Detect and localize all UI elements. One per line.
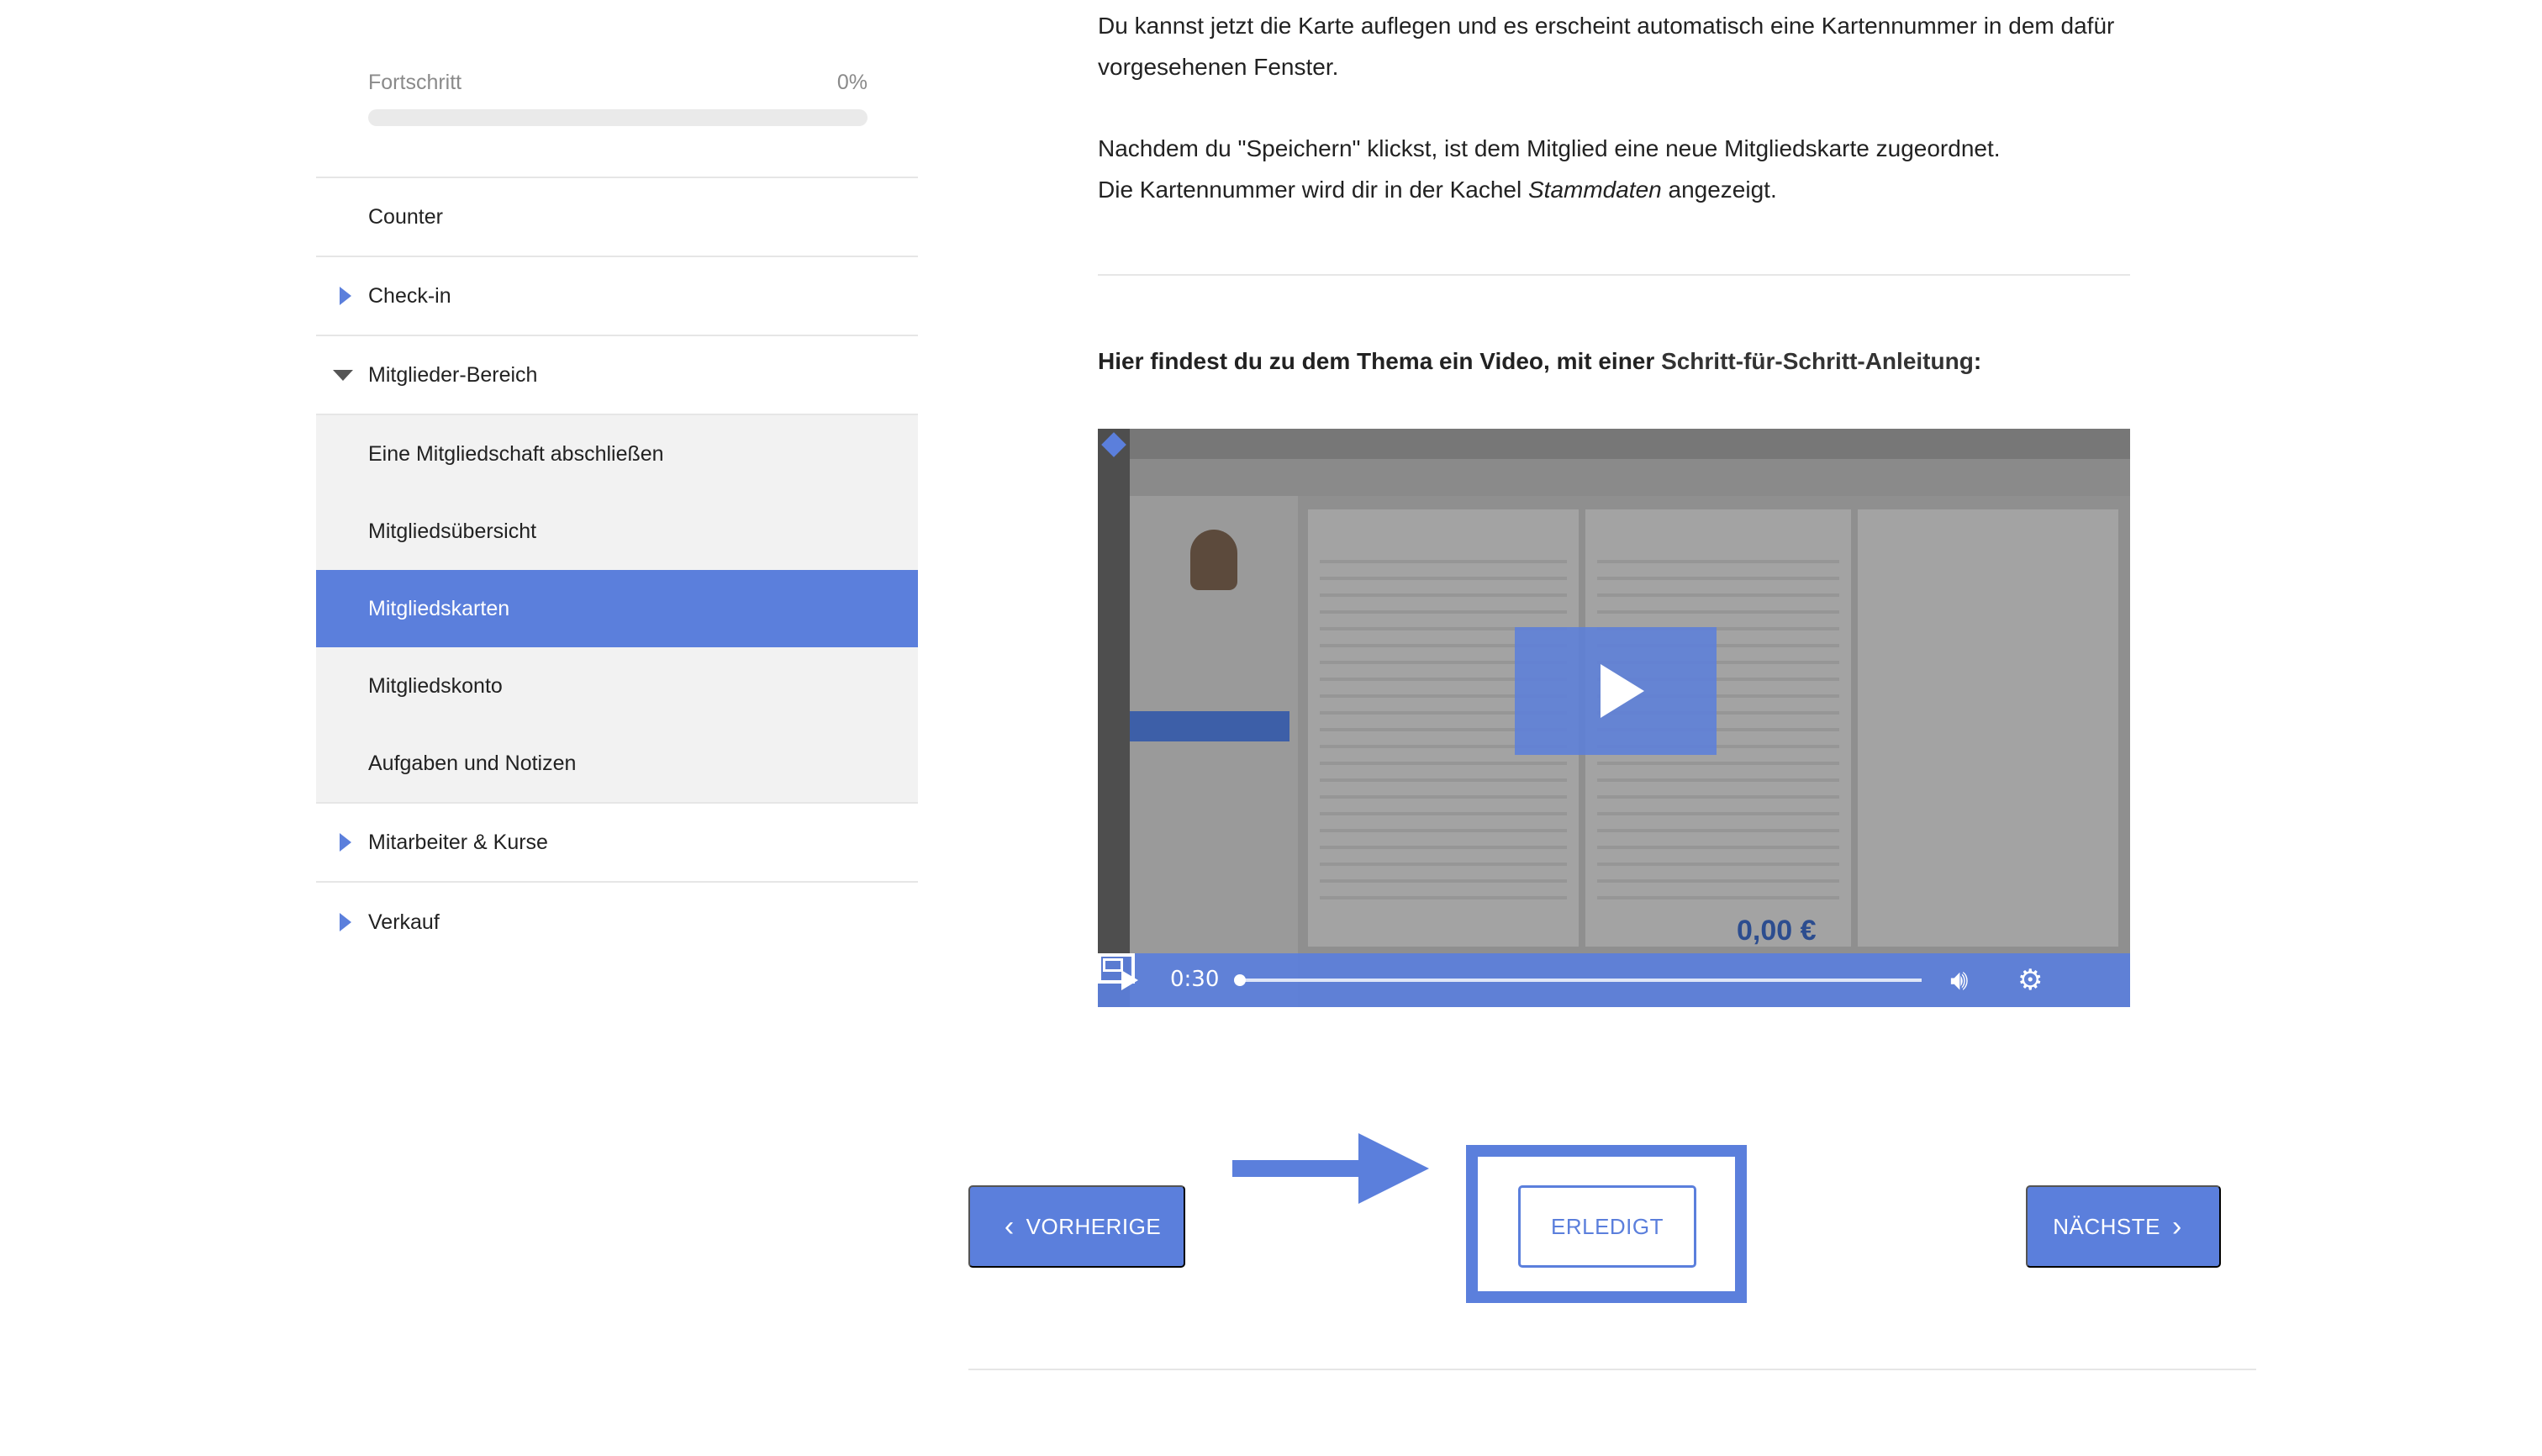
course-sidebar: Fortschritt 0% Counter Check-in Mitglied…: [316, 0, 918, 962]
sidebar-subitem-aufgaben[interactable]: Aufgaben und Notizen: [316, 725, 918, 802]
video-progress-track[interactable]: [1239, 979, 1922, 982]
progress-section: Fortschritt 0%: [316, 0, 918, 178]
sidebar-subitem-label: Aufgaben und Notizen: [368, 751, 577, 775]
thumbnail-profile-column: [1130, 496, 1298, 1007]
thumbnail-active-menu: [1130, 711, 1289, 741]
play-icon[interactable]: [1121, 970, 1138, 990]
sidebar-item-label: Mitarbeiter & Kurse: [368, 830, 548, 854]
thumbnail-leftbar: [1098, 429, 1130, 1007]
sidebar-item-counter[interactable]: Counter: [316, 178, 918, 257]
thumbnail-topbar: [1098, 429, 2130, 459]
paragraph-line-pre: Die Kartennummer wird dir in der Kachel: [1098, 177, 1528, 203]
video-heading: Hier findest du zu dem Thema ein Video, …: [1098, 348, 1981, 375]
progress-label: Fortschritt: [368, 71, 462, 94]
paragraph-line-post: angezeigt.: [1661, 177, 1777, 203]
thumbnail-breadcrumbs: [1130, 459, 2130, 496]
sidebar-item-mitglieder-bereich[interactable]: Mitglieder-Bereich: [316, 336, 918, 415]
sidebar-subitem-label: Eine Mitgliedschaft abschließen: [368, 441, 664, 466]
sidebar-item-mitarbeiter-kurse[interactable]: Mitarbeiter & Kurse: [316, 804, 918, 883]
video-progress-knob[interactable]: [1234, 974, 1246, 986]
bottom-divider: [968, 1369, 2256, 1370]
sidebar-subitem-mitgliedskonto[interactable]: Mitgliedskonto: [316, 647, 918, 725]
gear-icon[interactable]: ⚙: [2017, 963, 2043, 997]
video-player[interactable]: 0,00 € 0:30 🔊︎ ⚙: [1098, 429, 2130, 1007]
thumbnail-amount: 0,00 €: [1737, 915, 1817, 947]
arrow-right-icon-head: [1358, 1133, 1429, 1204]
sidebar-sublist-mitglieder: Eine Mitgliedschaft abschließen Mitglied…: [316, 415, 918, 804]
thumbnail-card-kommunikation: [1858, 509, 2118, 947]
previous-button-label: VORHERIGE: [1026, 1213, 1162, 1239]
next-button[interactable]: NÄCHSTE ›: [2026, 1185, 2221, 1268]
triangle-right-icon: [340, 287, 351, 305]
volume-icon[interactable]: 🔊︎: [1950, 963, 1968, 997]
chevron-right-icon: ›: [2171, 1211, 2182, 1242]
sidebar-subitem-label: Mitgliedskarten: [368, 596, 510, 620]
video-time: 0:30: [1170, 967, 1220, 992]
sidebar-subitem-label: Mitgliedsübersicht: [368, 519, 537, 543]
sidebar-subitem-mitgliedschaft[interactable]: Eine Mitgliedschaft abschließen: [316, 415, 918, 493]
sidebar-item-label: Counter: [368, 204, 443, 229]
previous-button[interactable]: ‹ VORHERIGE: [968, 1185, 1185, 1268]
fullscreen-icon-inner: [1103, 958, 1123, 972]
progress-percent: 0%: [836, 71, 868, 94]
play-icon: [1601, 664, 1644, 718]
arrow-right-icon: [1232, 1160, 1363, 1177]
content-divider: [1098, 274, 2130, 276]
paragraph-line: Nachdem du "Speichern" klickst, ist dem …: [1098, 135, 2001, 161]
sidebar-item-label: Check-in: [368, 283, 451, 308]
done-button-label: ERLEDIGT: [1550, 1213, 1664, 1239]
chevron-left-icon: ‹: [1004, 1211, 1015, 1242]
triangle-right-icon: [340, 913, 351, 931]
next-button-label: NÄCHSTE: [2053, 1213, 2160, 1239]
sidebar-subitem-mitgliedskarten[interactable]: Mitgliedskarten: [316, 570, 918, 647]
sidebar-item-check-in[interactable]: Check-in: [316, 257, 918, 336]
paragraph-card-instructions: Du kannst jetzt die Karte auflegen und e…: [1098, 13, 2115, 80]
video-controls: 0:30 🔊︎ ⚙: [1098, 953, 2130, 1007]
done-button[interactable]: ERLEDIGT: [1518, 1185, 1696, 1268]
sidebar-item-label: Mitglieder-Bereich: [368, 362, 538, 387]
triangle-right-icon: [340, 833, 351, 852]
big-play-button[interactable]: [1515, 627, 1717, 755]
sidebar-subitem-label: Mitgliedskonto: [368, 673, 503, 698]
paragraph-save-instructions: Nachdem du "Speichern" klickst, ist dem …: [1098, 128, 2132, 210]
video-heading-colon: :: [1973, 348, 1982, 374]
sidebar-subitem-mitgliedsuebersicht[interactable]: Mitgliedsübersicht: [316, 493, 918, 570]
sidebar-item-label: Verkauf: [368, 910, 440, 934]
video-heading-text: Hier findest du zu dem Thema ein Video, …: [1098, 348, 1662, 374]
avatar: [1190, 530, 1237, 590]
video-heading-link[interactable]: Schritt-für-Schritt-Anleitung: [1661, 348, 1974, 374]
sidebar-item-verkauf[interactable]: Verkauf: [316, 883, 918, 962]
emphasis-stammdaten: Stammdaten: [1527, 177, 1662, 203]
progress-bar: [368, 109, 868, 126]
app-logo-icon: [1101, 432, 1126, 457]
triangle-down-icon: [333, 369, 353, 381]
